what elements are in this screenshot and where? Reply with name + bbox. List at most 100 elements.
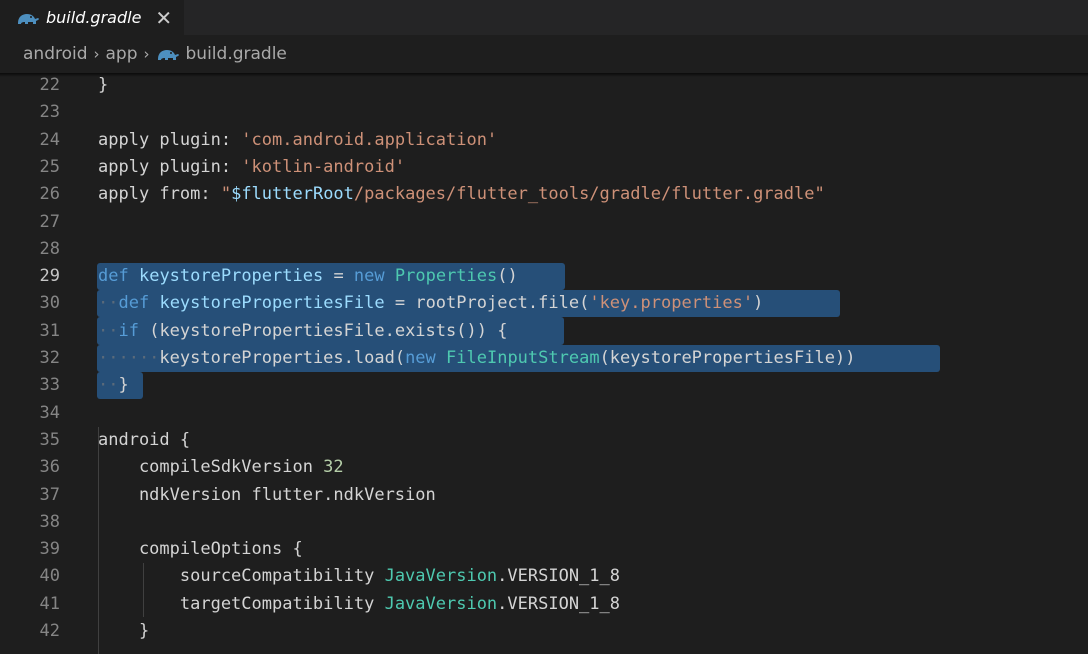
tab-label: build.gradle bbox=[46, 8, 142, 27]
whitespace-marker: ·· bbox=[98, 293, 119, 314]
line-number: 24 bbox=[39, 129, 60, 150]
code-line[interactable]: 34 bbox=[0, 400, 1088, 427]
code-line[interactable]: 37 ndkVersion flutter.ndkVersion bbox=[0, 482, 1088, 509]
line-number: 42 bbox=[39, 621, 60, 641]
code-token: = rootProject.file( bbox=[384, 293, 590, 314]
whitespace-marker: ······ bbox=[98, 348, 160, 368]
gradle-elephant-icon bbox=[157, 50, 179, 60]
line-number: 29 bbox=[39, 266, 60, 287]
line-number: 34 bbox=[39, 402, 60, 423]
code-line[interactable]: 23 bbox=[0, 99, 1088, 126]
code-token: /packages/flutter_tools/gradle/flutter.g… bbox=[353, 184, 825, 205]
whitespace-marker: ·· bbox=[98, 375, 119, 396]
code-token: 'com.android.application' bbox=[241, 129, 498, 150]
code-text: ndkVersion flutter.ndkVersion bbox=[98, 485, 436, 505]
line-number: 32 bbox=[39, 348, 60, 368]
line-number: 33 bbox=[39, 375, 60, 396]
code-token: .VERSION_1_8 bbox=[497, 593, 620, 614]
code-token: compileOptions { bbox=[98, 539, 303, 560]
code-token: apply from: bbox=[98, 184, 221, 205]
code-line[interactable]: 24 apply plugin: 'com.android.application… bbox=[0, 127, 1088, 154]
code-token: new bbox=[405, 348, 436, 368]
code-text: } bbox=[98, 621, 149, 641]
code-token: sourceCompatibility bbox=[98, 566, 385, 587]
code-line[interactable]: 29 def keystoreProperties = new Propertie… bbox=[0, 263, 1088, 290]
code-text: ··def keystorePropertiesFile = rootProje… bbox=[98, 293, 763, 313]
code-line[interactable]: 39 compileOptions { bbox=[0, 536, 1088, 563]
code-token: 32 bbox=[323, 457, 344, 478]
line-number: 26 bbox=[39, 184, 60, 205]
breadcrumb-item-build-gradle[interactable]: build.gradle bbox=[186, 44, 287, 64]
tab-build-gradle[interactable]: build.gradle ✕ bbox=[0, 0, 184, 35]
chevron-right-icon: › bbox=[143, 45, 150, 63]
code-token: ndkVersion flutter.ndkVersion bbox=[98, 484, 436, 505]
code-line[interactable]: 22} bbox=[0, 72, 1088, 99]
line-number: 41 bbox=[39, 593, 60, 614]
code-token: " bbox=[220, 184, 232, 205]
code-line[interactable]: 28 bbox=[0, 236, 1088, 263]
code-line[interactable]: 27 bbox=[0, 209, 1088, 236]
code-token: } bbox=[98, 621, 150, 641]
code-text: compileOptions { bbox=[98, 539, 303, 559]
code-line[interactable]: 30 ··def keystorePropertiesFile = rootPro… bbox=[0, 290, 1088, 317]
code-line[interactable]: 38 bbox=[0, 509, 1088, 536]
code-text: targetCompatibility JavaVersion.VERSION_… bbox=[98, 594, 620, 614]
line-number: 39 bbox=[39, 539, 60, 560]
code-token: android { bbox=[98, 429, 191, 450]
code-line[interactable]: 33 ··} bbox=[0, 372, 1088, 399]
code-text: apply plugin: 'com.android.application' bbox=[98, 130, 497, 150]
code-text: apply plugin: 'kotlin-android' bbox=[98, 157, 405, 177]
line-number: 25 bbox=[39, 156, 60, 177]
code-token: ) bbox=[753, 293, 764, 314]
breadcrumb: android › app › build.gradle bbox=[0, 35, 1088, 73]
code-line[interactable]: 40 sourceCompatibility JavaVersion.VERSI… bbox=[0, 563, 1088, 590]
breadcrumb-item-android[interactable]: android bbox=[23, 44, 88, 64]
gradle-elephant-icon bbox=[18, 13, 39, 24]
code-text: ······keystoreProperties.load(new FileIn… bbox=[98, 348, 855, 368]
chevron-right-icon: › bbox=[93, 45, 100, 63]
code-token: $flutterRoot bbox=[231, 184, 354, 205]
code-token: = bbox=[323, 266, 354, 287]
code-token: JavaVersion bbox=[384, 566, 498, 587]
code-token: 'kotlin-android' bbox=[241, 156, 406, 177]
code-token: (keystorePropertiesFile.exists()) { bbox=[138, 320, 508, 341]
code-token: keystoreProperties bbox=[138, 266, 324, 287]
code-line[interactable]: 42 } bbox=[0, 618, 1088, 645]
code-text: def keystoreProperties = new Properties(… bbox=[98, 266, 518, 286]
code-text: ··} bbox=[98, 375, 129, 395]
breadcrumb-item-app[interactable]: app bbox=[106, 44, 138, 64]
line-number: 27 bbox=[39, 211, 60, 232]
code-editor[interactable]: 22} 23 24 apply plugin: 'com.android.applic… bbox=[0, 72, 1088, 654]
code-line[interactable]: 32 ······keystoreProperties.load(new File… bbox=[0, 345, 1088, 372]
code-text: sourceCompatibility JavaVersion.VERSION_… bbox=[98, 566, 620, 586]
code-line[interactable]: 36 compileSdkVersion 32 bbox=[0, 454, 1088, 481]
code-line[interactable]: 31 ··if (keystorePropertiesFile.exists())… bbox=[0, 318, 1088, 345]
code-token: def bbox=[98, 266, 129, 287]
code-line[interactable]: 25 apply plugin: 'kotlin-android' bbox=[0, 154, 1088, 181]
code-token: (keystorePropertiesFile)) bbox=[599, 348, 856, 368]
code-token: new bbox=[353, 266, 385, 287]
tab-bar: build.gradle ✕ bbox=[0, 0, 1088, 35]
whitespace-marker: ·· bbox=[98, 320, 119, 341]
code-line[interactable]: 35 android { bbox=[0, 427, 1088, 454]
close-icon[interactable]: ✕ bbox=[155, 8, 172, 28]
code-text: apply from: "$flutterRoot/packages/flutt… bbox=[98, 184, 825, 204]
code-token: def bbox=[118, 293, 150, 314]
line-number: 36 bbox=[39, 457, 60, 478]
code-token: apply plugin: bbox=[98, 129, 242, 150]
code-token: () bbox=[497, 266, 518, 287]
code-text: android { bbox=[98, 430, 190, 450]
line-number: 38 bbox=[39, 511, 60, 532]
line-number: 37 bbox=[39, 484, 60, 505]
code-token: .VERSION_1_8 bbox=[497, 566, 620, 587]
code-token: if bbox=[118, 320, 139, 341]
line-number: 23 bbox=[39, 102, 60, 123]
code-text: compileSdkVersion 32 bbox=[98, 457, 344, 477]
line-number: 31 bbox=[39, 320, 60, 341]
code-line[interactable]: 41 targetCompatibility JavaVersion.VERSI… bbox=[0, 591, 1088, 618]
line-number: 22 bbox=[39, 75, 60, 95]
code-token: 'key.properties' bbox=[589, 293, 754, 314]
code-line[interactable]: 26 apply from: "$flutterRoot/packages/flu… bbox=[0, 181, 1088, 208]
